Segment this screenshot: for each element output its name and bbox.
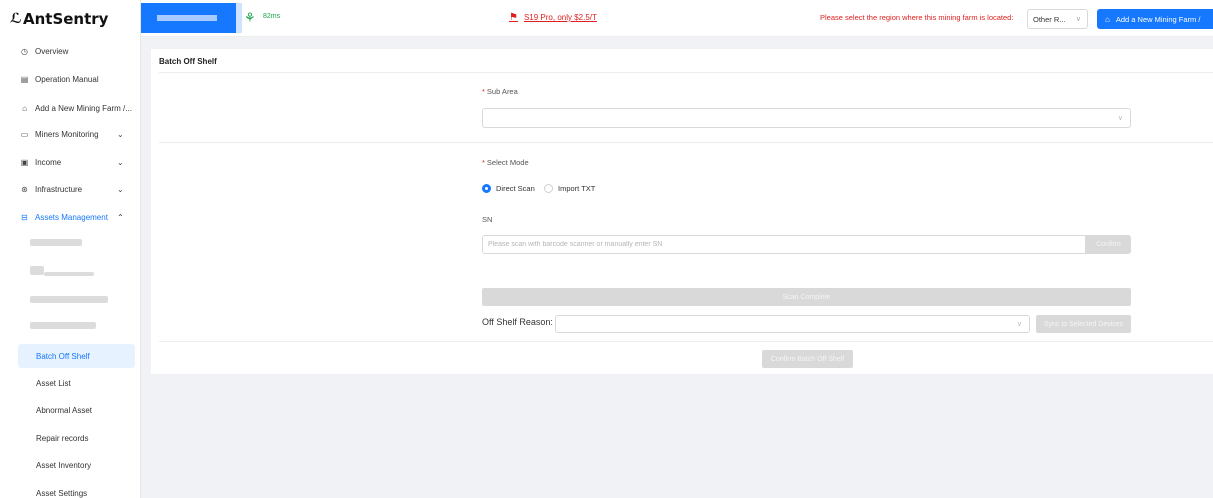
monitor-icon: ▭ xyxy=(20,129,29,139)
sidebar-subitem-batch-off-shelf[interactable]: Batch Off Shelf xyxy=(18,344,135,368)
redacted-sub-item[interactable] xyxy=(44,272,94,276)
sub-area-label: * Sub Area xyxy=(482,87,518,96)
book-icon: ▤ xyxy=(20,74,29,84)
sidebar-item-add-farm[interactable]: ⌂ Add a New Mining Farm /... xyxy=(0,96,140,120)
sidebar: ℒ AntSentry ◷ Overview ▤ Operation Manua… xyxy=(0,0,141,498)
chevron-down-icon: ⌄ xyxy=(117,184,124,194)
sn-label: SN xyxy=(482,215,493,224)
bank-icon: ⌂ xyxy=(22,103,27,113)
sync-devices-button[interactable]: Sync to Selected Devices xyxy=(1036,315,1131,333)
box-icon: ⊟ xyxy=(21,212,28,222)
page-title: Batch Off Shelf xyxy=(159,57,217,66)
chevron-down-icon: ∨ xyxy=(1117,115,1123,122)
sidebar-item-miners-monitoring[interactable]: ▭ Miners Monitoring ⌄ xyxy=(0,122,140,146)
sidebar-subitem-asset-settings[interactable]: Asset Settings xyxy=(0,481,140,498)
radio-unchecked-icon xyxy=(544,184,553,193)
wallet-icon: ▣ xyxy=(20,157,29,167)
chevron-up-icon: ⌃ xyxy=(117,212,124,222)
sidebar-item-operation-manual[interactable]: ▤ Operation Manual xyxy=(0,67,140,91)
account-switcher-edge xyxy=(236,3,242,33)
app-logo[interactable]: ℒ AntSentry xyxy=(0,0,140,37)
mode-import-txt-radio[interactable]: Import TXT xyxy=(544,184,595,193)
sidebar-subitem-repair-records[interactable]: Repair records xyxy=(0,426,140,450)
confirm-batch-off-shelf-button[interactable]: Confirm Batch Off Shelf xyxy=(762,350,853,368)
off-shelf-reason-select[interactable]: ∨ xyxy=(555,315,1030,333)
redacted-sub-item[interactable] xyxy=(30,296,108,303)
sn-input[interactable] xyxy=(482,235,1086,254)
sidebar-item-assets-management[interactable]: ⊟ Assets Management ⌃ xyxy=(0,205,140,229)
sidebar-item-infrastructure[interactable]: ⊛ Infrastructure ⌄ xyxy=(0,177,140,201)
sidebar-subitem-asset-inventory[interactable]: Asset Inventory xyxy=(0,453,140,477)
redacted-account-name xyxy=(157,15,217,21)
region-select[interactable]: Other R... ∨ xyxy=(1027,9,1088,29)
promo-link[interactable]: ⚑ S19 Pro, only $2.5/T xyxy=(509,12,597,23)
mode-direct-scan-radio[interactable]: Direct Scan xyxy=(482,184,535,193)
redacted-sub-item-part xyxy=(30,266,44,275)
sidebar-subitem-asset-list[interactable]: Asset List xyxy=(0,371,140,395)
region-prompt: Please select the region where this mini… xyxy=(820,13,1014,22)
sidebar-subitem-abnormal-asset[interactable]: Abnormal Asset xyxy=(0,398,140,422)
logo-mark-icon: ℒ xyxy=(10,10,22,27)
add-mining-farm-button[interactable]: ⌂ Add a New Mining Farm / xyxy=(1097,9,1213,29)
chevron-down-icon: ∨ xyxy=(1075,16,1081,23)
scan-complete-button[interactable]: Scan Complete xyxy=(482,288,1131,306)
divider xyxy=(159,142,1213,143)
sidebar-item-income[interactable]: ▣ Income ⌄ xyxy=(0,150,140,174)
select-mode-label: * Select Mode xyxy=(482,158,529,167)
palm-tree-icon: ⚘ xyxy=(244,10,256,25)
flag-icon: ⚑ xyxy=(509,12,518,23)
off-shelf-reason-label: Off Shelf Reason: xyxy=(482,317,553,327)
sub-area-select[interactable]: ∨ xyxy=(482,108,1131,128)
chevron-down-icon: ⌄ xyxy=(117,157,124,167)
divider xyxy=(159,341,1213,342)
chevron-down-icon: ⌄ xyxy=(117,129,124,139)
confirm-button[interactable]: Confirm xyxy=(1086,235,1131,254)
sidebar-item-overview[interactable]: ◷ Overview xyxy=(0,39,140,63)
settings-icon: ⊛ xyxy=(21,184,28,194)
divider xyxy=(159,72,1213,73)
batch-off-shelf-card: Batch Off Shelf * Sub Area ∨ * Select Mode… xyxy=(151,49,1213,374)
account-switcher[interactable] xyxy=(141,3,236,33)
radio-checked-icon xyxy=(482,184,491,193)
redacted-sub-item[interactable] xyxy=(30,239,82,246)
clock-icon: ◷ xyxy=(21,46,28,56)
chevron-down-icon: ∨ xyxy=(1016,321,1022,328)
building-icon: ⌂ xyxy=(1105,14,1110,24)
latency-readout: 82ms xyxy=(263,13,281,20)
logo-text: AntSentry xyxy=(23,9,109,28)
redacted-sub-item[interactable] xyxy=(30,322,96,329)
top-bar: ⚘ 82ms ⚑ S19 Pro, only $2.5/T Please sel… xyxy=(141,0,1213,37)
